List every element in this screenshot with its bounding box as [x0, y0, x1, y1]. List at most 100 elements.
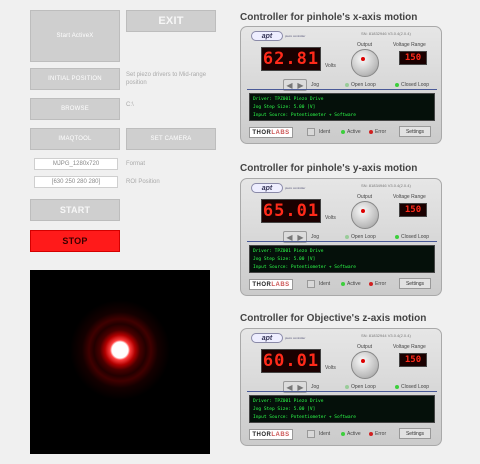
- apt-logo: apt: [251, 183, 283, 193]
- closed-loop-led-icon: [395, 82, 399, 87]
- apt-subtitle: piezo controller: [285, 186, 306, 190]
- voltage-range-display[interactable]: 150: [399, 353, 427, 367]
- thorlabs-logo: THOR LABS: [249, 429, 293, 440]
- browse-button[interactable]: BROWSE: [30, 98, 120, 120]
- jog-label: Jog: [311, 234, 320, 240]
- voltage-range-display[interactable]: 150: [399, 51, 427, 65]
- settings-button[interactable]: Settings: [399, 428, 431, 439]
- status-line: Input Source: Potentiometer + Software: [253, 113, 356, 118]
- volts-label: Volts: [325, 365, 336, 371]
- output-label: Output: [357, 194, 373, 200]
- error-led-icon: [369, 129, 373, 134]
- controller-y-title: Controller for pinhole's y-axis motion: [240, 163, 418, 174]
- controller-z-title: Controller for Objective's z-axis motion: [240, 313, 427, 324]
- settings-button[interactable]: Settings: [399, 126, 431, 137]
- ident-button[interactable]: [307, 128, 315, 136]
- format-field[interactable]: MJPG_1280x720: [34, 158, 118, 170]
- status-line: Jog Step Size: 5.00 [V]: [253, 257, 316, 262]
- set-camera-button[interactable]: SET CAMERA: [126, 128, 216, 150]
- start-button[interactable]: START: [30, 199, 120, 221]
- serial-number: SN: 81832946 V3.0.4(2.0.4): [361, 31, 411, 36]
- apt-subtitle: piezo controller: [285, 336, 306, 340]
- initial-position-button[interactable]: INITIAL POSITION: [30, 68, 120, 90]
- open-loop-option[interactable]: Open Loop: [345, 234, 376, 240]
- apt-logo: apt: [251, 31, 283, 41]
- roi-field[interactable]: [630 250 280 280]: [34, 176, 118, 188]
- format-label: Format: [126, 161, 146, 167]
- open-loop-led-icon: [345, 234, 349, 239]
- knob-indicator-icon: [361, 359, 365, 363]
- active-led-icon: [341, 281, 345, 286]
- error-indicator: Error: [369, 281, 386, 287]
- thorlabs-logo: THOR LABS: [249, 279, 293, 290]
- controller-z-panel: apt piezo controller SN: 81832944 V3.0.4…: [240, 328, 442, 446]
- volts-label: Volts: [325, 215, 336, 221]
- voltage-display: 60.01: [261, 349, 321, 373]
- stop-button[interactable]: STOP: [30, 230, 120, 252]
- status-line: Jog Step Size: 5.00 [V]: [253, 105, 316, 110]
- separator: [247, 89, 437, 90]
- initial-position-note: Set piezo drivers to Mid-range position: [126, 72, 207, 86]
- voltage-range-label: Voltage Range: [393, 344, 426, 350]
- laser-spot: [70, 300, 170, 400]
- roi-label: ROI Position: [126, 179, 160, 185]
- separator: [247, 241, 437, 242]
- apt-subtitle: piezo controller: [285, 34, 306, 38]
- status-line: Input Source: Potentiometer + Software: [253, 415, 356, 420]
- knob-indicator-icon: [361, 209, 365, 213]
- jog-label: Jog: [311, 384, 320, 390]
- ident-label: Ident: [319, 431, 331, 437]
- active-indicator: Active: [341, 281, 361, 287]
- status-line: Input Source: Potentiometer + Software: [253, 265, 356, 270]
- status-screen: Driver: TPZ001 Piezo Drive Jog Step Size…: [249, 93, 435, 121]
- voltage-display: 62.81: [261, 47, 321, 71]
- output-knob[interactable]: [351, 351, 379, 379]
- start-activex-button[interactable]: Start ActiveX: [30, 10, 120, 62]
- separator: [247, 391, 437, 392]
- error-led-icon: [369, 431, 373, 436]
- error-led-icon: [369, 281, 373, 286]
- open-loop-led-icon: [345, 82, 349, 87]
- open-loop-option[interactable]: Open Loop: [345, 384, 376, 390]
- status-line: Jog Step Size: 5.00 [V]: [253, 407, 316, 412]
- error-indicator: Error: [369, 431, 386, 437]
- output-label: Output: [357, 344, 373, 350]
- voltage-range-display[interactable]: 150: [399, 203, 427, 217]
- browse-path: C:\: [126, 102, 134, 108]
- closed-loop-option[interactable]: Closed Loop: [395, 384, 429, 390]
- voltage-display: 65.01: [261, 199, 321, 223]
- volts-label: Volts: [325, 63, 336, 69]
- apt-logo: apt: [251, 333, 283, 343]
- imaqtool-button[interactable]: IMAQTOOL: [30, 128, 120, 150]
- status-screen: Driver: TPZ001 Piezo Drive Jog Step Size…: [249, 245, 435, 273]
- open-loop-led-icon: [345, 384, 349, 389]
- camera-view: [30, 270, 210, 454]
- closed-loop-option[interactable]: Closed Loop: [395, 234, 429, 240]
- knob-indicator-icon: [361, 57, 365, 61]
- ident-button[interactable]: [307, 430, 315, 438]
- status-line: Driver: TPZ001 Piezo Drive: [253, 249, 324, 254]
- active-led-icon: [341, 431, 345, 436]
- exit-button[interactable]: EXIT: [126, 10, 216, 32]
- closed-loop-led-icon: [395, 234, 399, 239]
- closed-loop-led-icon: [395, 384, 399, 389]
- jog-label: Jog: [311, 82, 320, 88]
- open-loop-option[interactable]: Open Loop: [345, 82, 376, 88]
- closed-loop-option[interactable]: Closed Loop: [395, 82, 429, 88]
- active-indicator: Active: [341, 129, 361, 135]
- settings-button[interactable]: Settings: [399, 278, 431, 289]
- output-label: Output: [357, 42, 373, 48]
- status-screen: Driver: TPZ001 Piezo Drive Jog Step Size…: [249, 395, 435, 423]
- serial-number: SN: 81834946 V3.0.4(2.0.4): [361, 183, 411, 188]
- output-knob[interactable]: [351, 49, 379, 77]
- ident-label: Ident: [319, 281, 331, 287]
- voltage-range-label: Voltage Range: [393, 42, 426, 48]
- ident-label: Ident: [319, 129, 331, 135]
- output-knob[interactable]: [351, 201, 379, 229]
- error-indicator: Error: [369, 129, 386, 135]
- controller-y-panel: apt piezo controller SN: 81834946 V3.0.4…: [240, 178, 442, 296]
- active-indicator: Active: [341, 431, 361, 437]
- controller-x-title: Controller for pinhole's x-axis motion: [240, 12, 418, 23]
- voltage-range-label: Voltage Range: [393, 194, 426, 200]
- ident-button[interactable]: [307, 280, 315, 288]
